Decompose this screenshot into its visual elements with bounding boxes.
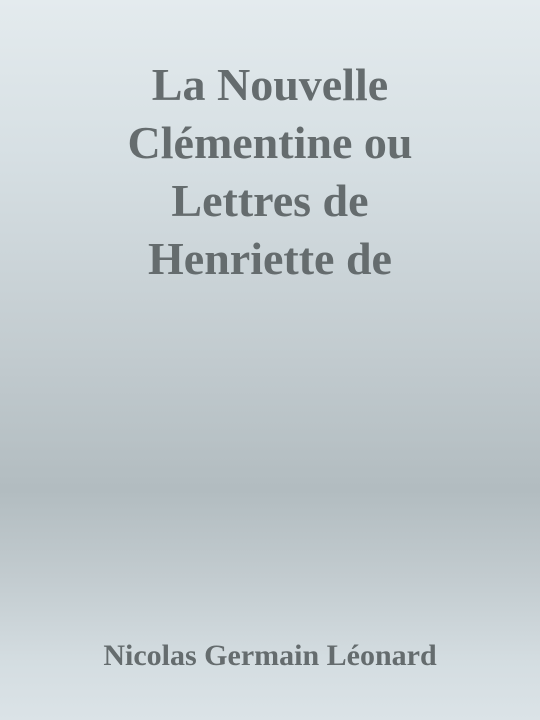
book-author: Nicolas Germain Léonard — [103, 639, 437, 672]
title-line-4: Henriette de — [148, 233, 392, 284]
title-line-2: Clémentine ou — [127, 117, 413, 168]
book-title: La Nouvelle Clémentine ou Lettres de Hen… — [0, 56, 540, 288]
title-line-1: La Nouvelle — [151, 59, 389, 110]
title-line-3: Lettres de — [171, 175, 369, 226]
book-cover: La Nouvelle Clémentine ou Lettres de Hen… — [0, 0, 540, 720]
